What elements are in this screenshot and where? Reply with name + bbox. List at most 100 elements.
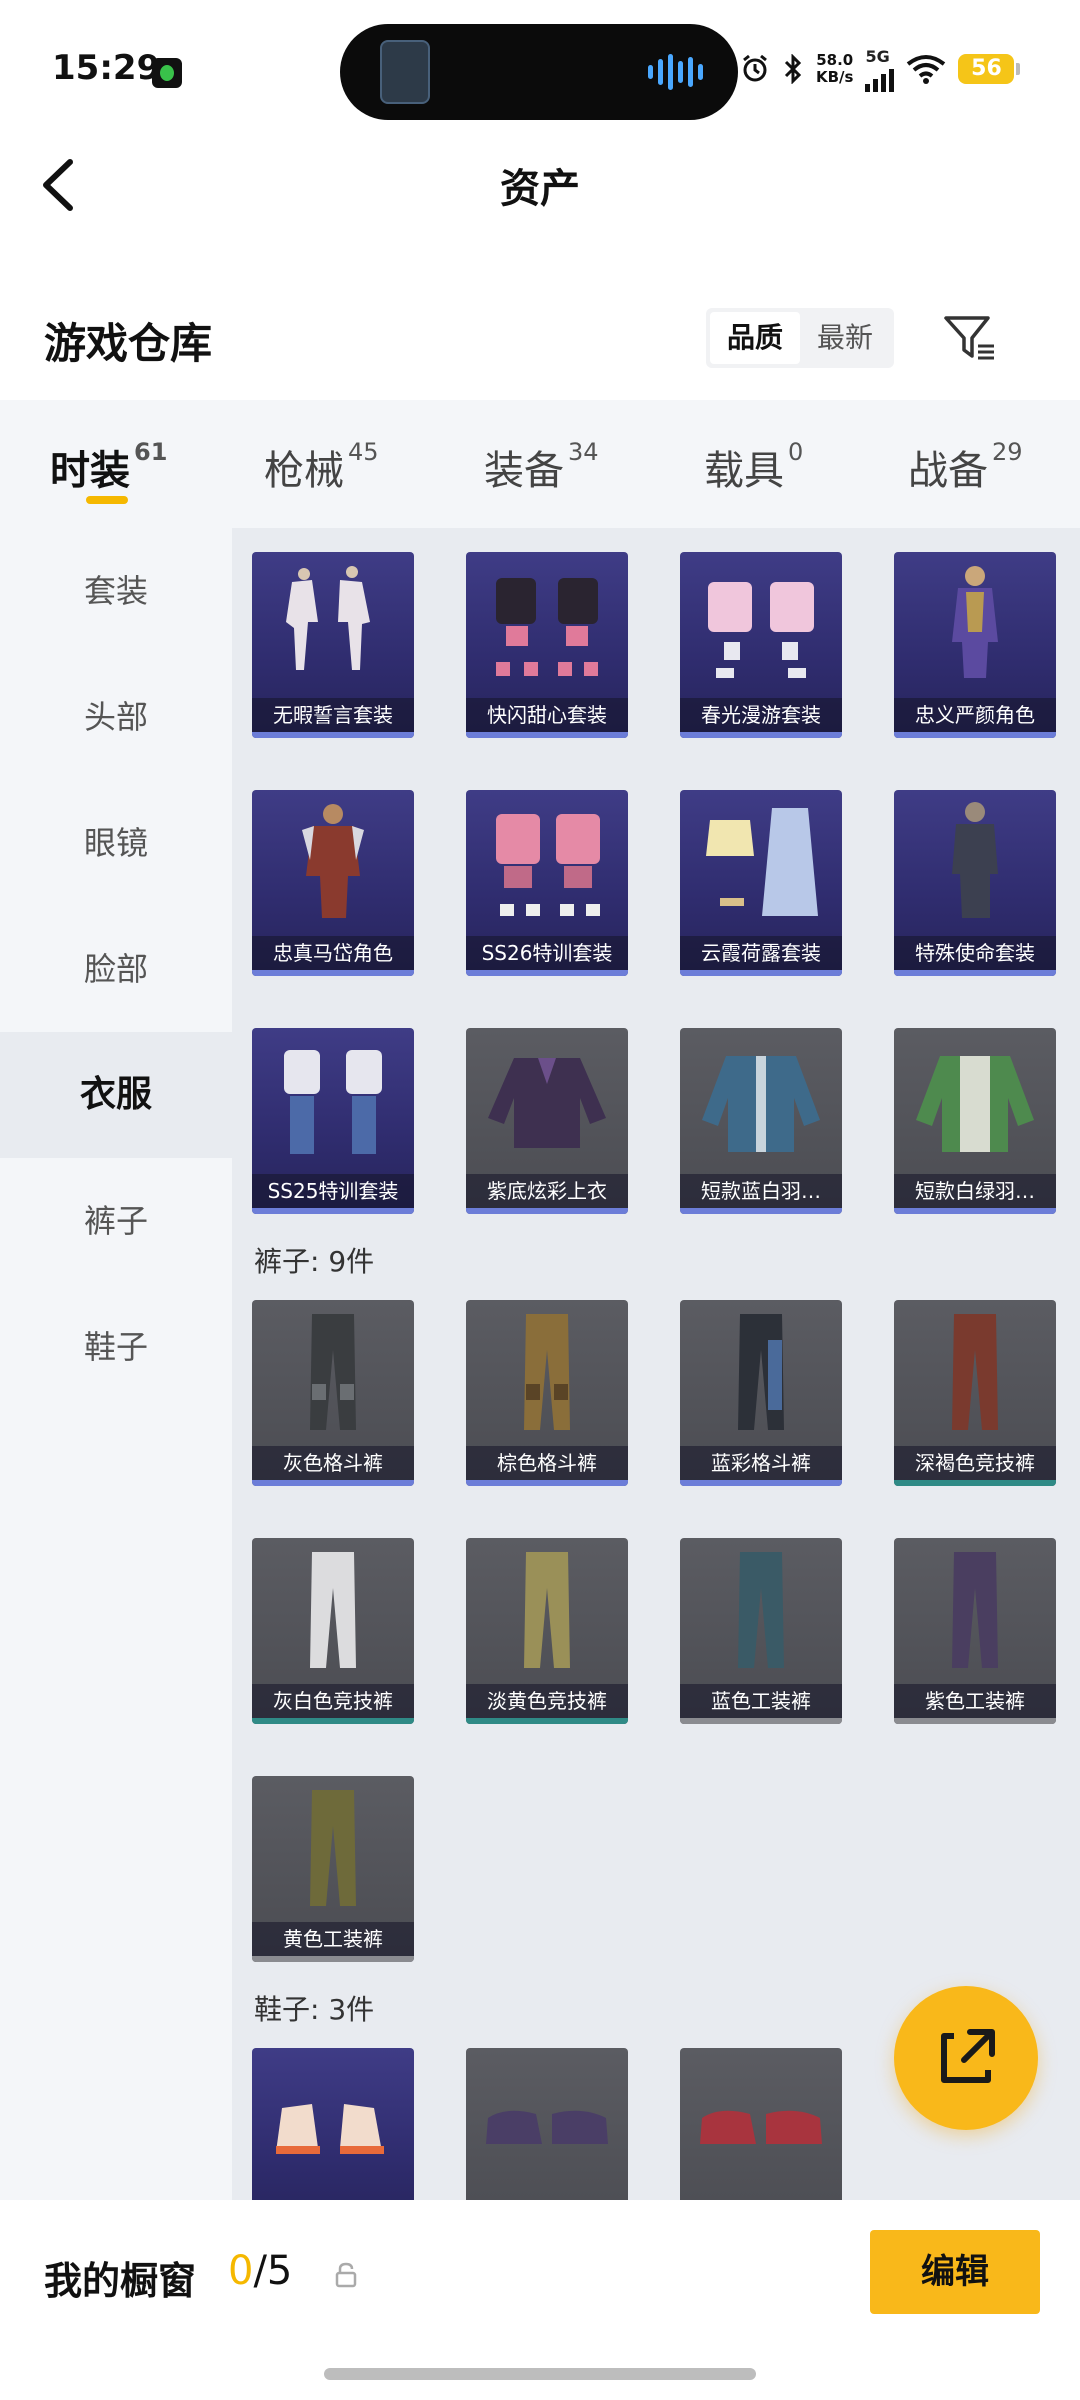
pants-thumbnail — [738, 1552, 784, 1668]
item-name: SS25特训套装 — [252, 1174, 414, 1208]
showcase-count: 0/5 — [228, 2248, 292, 2294]
item-card[interactable]: 短款蓝白羽… — [680, 1028, 842, 1214]
character-thumbnail — [952, 802, 998, 918]
pants-group-title: 裤子: 9件 — [254, 1245, 375, 1278]
rarity-bar — [252, 1480, 414, 1486]
status-bar: 15:29 58.0 KB/s 5G 56 — [0, 0, 1080, 140]
showcase-bar: 我的橱窗 0/5 编辑 — [0, 2200, 1080, 2400]
tab-label: 战备 — [908, 448, 988, 494]
pants-thumbnail — [524, 1314, 570, 1430]
category-tabs: 时装 61 枪械 45 装备 34 载具 0 战备 29 — [0, 400, 1080, 528]
tab-label: 枪械 — [264, 448, 344, 494]
tab-equipment[interactable]: 装备 34 — [484, 438, 599, 496]
shoes-thumbnail — [276, 2104, 384, 2154]
category-sidebar: 套装 头部 眼镜 脸部 衣服 裤子 鞋子 — [0, 528, 232, 2200]
shoes-thumbnail — [486, 2110, 608, 2144]
tab-supplies[interactable]: 战备 29 — [908, 438, 1023, 496]
item-card[interactable]: 春光漫游套装 — [680, 552, 842, 738]
dynamic-island[interactable] — [340, 24, 738, 120]
share-button[interactable] — [894, 1986, 1038, 2130]
pants-thumbnail — [310, 1552, 356, 1668]
sort-quality-button[interactable]: 品质 — [710, 312, 800, 364]
lock-icon — [335, 2262, 357, 2288]
item-card[interactable]: 短款白绿羽… — [894, 1028, 1056, 1214]
item-card[interactable]: 忠真马岱角色 — [252, 790, 414, 976]
item-card[interactable]: 灰白色竞技裤 — [252, 1538, 414, 1724]
item-card[interactable] — [680, 2048, 842, 2200]
active-tab-indicator — [86, 496, 128, 504]
sidebar-item-glasses[interactable]: 眼镜 — [0, 780, 232, 906]
pants-thumbnail — [310, 1790, 356, 1906]
rarity-bar — [466, 732, 628, 738]
battery-indicator: 56 — [958, 54, 1021, 84]
external-link-icon — [941, 2029, 995, 2083]
pants-thumbnail — [738, 1314, 784, 1430]
net-speed: 58.0 KB/s — [816, 52, 853, 86]
item-name: 淡黄色竞技裤 — [466, 1684, 628, 1718]
rarity-bar — [252, 970, 414, 976]
item-card[interactable] — [252, 2048, 414, 2200]
rarity-bar — [894, 1208, 1056, 1214]
net-speed-value: 58.0 — [816, 51, 854, 69]
rarity-bar — [894, 1718, 1056, 1724]
sidebar-item-outfits[interactable]: 套装 — [0, 528, 232, 654]
item-card[interactable]: 蓝色工装裤 — [680, 1538, 842, 1724]
item-card[interactable]: 紫色工装裤 — [894, 1538, 1056, 1724]
rarity-bar — [680, 1718, 842, 1724]
home-indicator[interactable] — [324, 2368, 756, 2380]
item-card[interactable]: SS25特训套装 — [252, 1028, 414, 1214]
sidebar-item-face[interactable]: 脸部 — [0, 906, 232, 1032]
item-name: 黄色工装裤 — [252, 1922, 414, 1956]
item-card[interactable]: 淡黄色竞技裤 — [466, 1538, 628, 1724]
item-card[interactable] — [466, 2048, 628, 2200]
item-name: 灰白色竞技裤 — [252, 1684, 414, 1718]
bluetooth-icon — [784, 54, 802, 84]
item-name: 忠义严颜角色 — [894, 698, 1056, 732]
signal-bars-icon — [865, 66, 895, 92]
outfit-thumbnail — [286, 566, 370, 670]
item-card[interactable]: 棕色格斗裤 — [466, 1300, 628, 1486]
status-icons: 58.0 KB/s 5G 56 — [740, 44, 1021, 94]
item-card[interactable]: 紫底炫彩上衣 — [466, 1028, 628, 1214]
item-card[interactable]: SS26特训套装 — [466, 790, 628, 976]
item-card[interactable]: 黄色工装裤 — [252, 1776, 414, 1962]
item-name: 忠真马岱角色 — [252, 936, 414, 970]
item-card[interactable]: 深褐色竞技裤 — [894, 1300, 1056, 1486]
rarity-bar — [894, 732, 1056, 738]
item-name: 春光漫游套装 — [680, 698, 842, 732]
item-name: SS26特训套装 — [466, 936, 628, 970]
item-card[interactable]: 无暇誓言套装 — [252, 552, 414, 738]
tab-count: 0 — [788, 438, 804, 466]
sidebar-item-pants[interactable]: 裤子 — [0, 1158, 232, 1284]
pants-thumbnail — [952, 1314, 998, 1430]
sidebar-item-shoes[interactable]: 鞋子 — [0, 1284, 232, 1410]
rarity-bar — [894, 1480, 1056, 1486]
item-name: 短款蓝白羽… — [680, 1174, 842, 1208]
rarity-bar — [466, 1208, 628, 1214]
jacket-thumbnail — [488, 1058, 606, 1148]
sort-newest-button[interactable]: 最新 — [800, 312, 890, 364]
tab-vehicles[interactable]: 载具 0 — [704, 438, 803, 496]
item-card[interactable]: 灰色格斗裤 — [252, 1300, 414, 1486]
sort-toggle: 品质 最新 — [706, 308, 894, 368]
item-card[interactable]: 蓝彩格斗裤 — [680, 1300, 842, 1486]
item-name: 云霞荷露套装 — [680, 936, 842, 970]
item-name: 紫底炫彩上衣 — [466, 1174, 628, 1208]
item-card[interactable]: 快闪甜心套装 — [466, 552, 628, 738]
music-cover-icon — [380, 40, 430, 104]
filter-icon[interactable] — [942, 310, 998, 366]
item-card[interactable]: 云霞荷露套装 — [680, 790, 842, 976]
sidebar-item-clothes[interactable]: 衣服 — [0, 1032, 232, 1158]
outfit-thumbnail — [708, 582, 814, 678]
showcase-label: 我的橱窗 — [44, 2259, 197, 2303]
tab-label: 载具 — [704, 448, 784, 494]
rarity-bar — [466, 1718, 628, 1724]
edit-button[interactable]: 编辑 — [870, 2230, 1040, 2314]
tab-fashion[interactable]: 时装 61 — [50, 438, 167, 496]
outfit-thumbnail — [496, 578, 598, 676]
item-card[interactable]: 忠义严颜角色 — [894, 552, 1056, 738]
item-card[interactable]: 特殊使命套装 — [894, 790, 1056, 976]
sidebar-item-head[interactable]: 头部 — [0, 654, 232, 780]
tab-label: 时装 — [50, 448, 130, 494]
tab-firearms[interactable]: 枪械 45 — [264, 438, 379, 496]
